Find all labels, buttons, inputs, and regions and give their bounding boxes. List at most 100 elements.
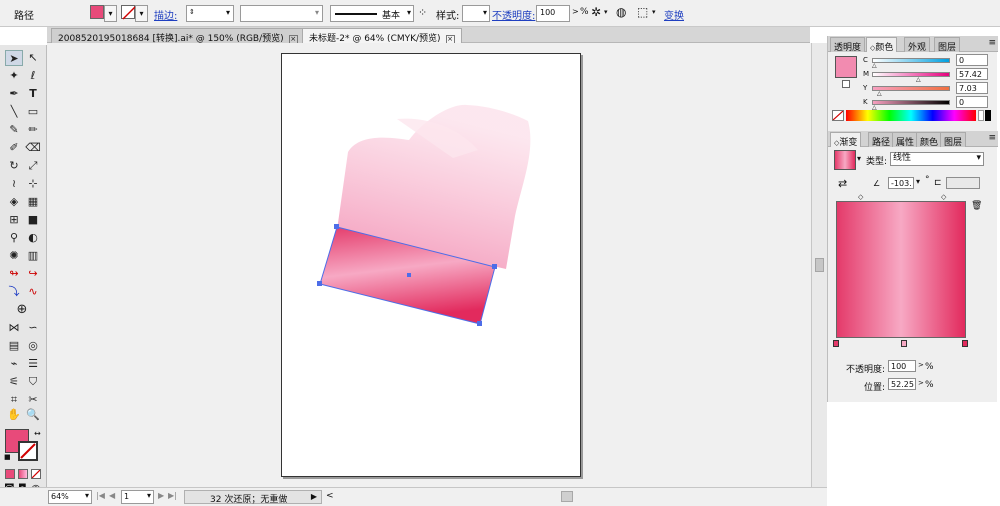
pencil-tool-icon[interactable]: ✏: [24, 122, 42, 138]
tab-color-2[interactable]: 颜色: [916, 132, 943, 148]
anchor-point[interactable]: [334, 224, 339, 229]
angle-input[interactable]: -103.: [888, 177, 914, 189]
opacity-link[interactable]: 不透明度:: [492, 7, 535, 22]
selection-tool-icon[interactable]: ➤: [5, 50, 23, 66]
perspective-grid-tool-icon[interactable]: ▦: [24, 194, 42, 210]
m-input[interactable]: 57.42: [956, 68, 988, 80]
m-slider[interactable]: [872, 72, 950, 77]
trash-icon[interactable]: 🗑: [971, 201, 982, 211]
page-select[interactable]: 1 ▾: [121, 490, 154, 504]
shape-builder-tool-icon[interactable]: ◈: [5, 194, 23, 210]
type-tool-icon[interactable]: T: [24, 86, 42, 102]
tab-document-2[interactable]: 未标题-2* @ 64% (CMYK/预览) ×: [302, 28, 462, 44]
fill-preview[interactable]: [835, 56, 857, 78]
rectangle-tool-icon[interactable]: ▭: [24, 104, 42, 120]
tab-document-1[interactable]: 2008520195018684 [转换].ai* @ 150% (RGB/预览…: [51, 28, 305, 44]
slice-tool-icon[interactable]: ✂: [24, 392, 42, 408]
tab-color[interactable]: ◇颜色: [866, 37, 898, 53]
none-mode-icon[interactable]: [31, 469, 41, 479]
chevron-right-icon[interactable]: >: [918, 379, 924, 387]
stroke-color-swatch[interactable]: [18, 441, 38, 461]
anchor-point[interactable]: [492, 264, 497, 269]
list-tool-icon[interactable]: ☰: [24, 356, 42, 372]
curve-tool-icon[interactable]: ↪: [24, 266, 42, 282]
measure-tool-icon[interactable]: ⚟: [5, 374, 23, 390]
tab-transparency[interactable]: 透明度: [830, 37, 866, 53]
zoom-tool-icon[interactable]: 🔍: [24, 407, 42, 423]
lasso-tool-icon[interactable]: ℓ: [24, 68, 42, 84]
tab-attributes[interactable]: 属性: [892, 132, 919, 148]
eyedropper-tool-icon[interactable]: ⚲: [5, 230, 23, 246]
chevron-down-icon[interactable]: ▾: [857, 154, 861, 163]
recolor-icon[interactable]: ✲: [591, 5, 601, 19]
crosshair-tool-icon[interactable]: ⊕: [13, 302, 31, 318]
tab-path[interactable]: 路径: [868, 132, 895, 148]
slider-handle-icon[interactable]: △: [916, 76, 921, 83]
scroll-thumb[interactable]: [815, 258, 824, 272]
crop-tool-icon[interactable]: ⌗: [5, 392, 23, 408]
black-swatch[interactable]: [985, 110, 991, 121]
line-tool-icon[interactable]: ╲: [5, 104, 23, 120]
previous-page-icon[interactable]: ◀: [109, 491, 115, 500]
mesh-tool-icon[interactable]: ⊞: [5, 212, 23, 228]
default-colors-icon[interactable]: ■: [4, 453, 11, 461]
gradient-mode-icon[interactable]: [18, 469, 28, 479]
chevron-down-icon[interactable]: ▾: [604, 8, 608, 16]
free-transform-tool-icon[interactable]: ⊹: [24, 176, 42, 192]
graph-tool-icon[interactable]: ▤: [5, 338, 23, 354]
swap-colors-icon[interactable]: ↔: [34, 429, 41, 438]
gradient-stop-right[interactable]: [962, 340, 968, 347]
anchor-point[interactable]: [477, 321, 482, 326]
stroke-dropdown[interactable]: ▾: [135, 5, 148, 22]
opacity-arrow-icon[interactable]: >: [572, 7, 579, 16]
eraser-tool-icon[interactable]: ⌫: [24, 140, 42, 156]
artboard-tool-icon[interactable]: ⋈: [5, 320, 23, 336]
gradient-tool-icon[interactable]: ■: [24, 212, 42, 228]
last-page-icon[interactable]: ▶|: [168, 491, 177, 500]
variable-width-field[interactable]: ▾: [240, 5, 323, 22]
scale-tool-icon[interactable]: ⤢: [24, 158, 42, 174]
history-status[interactable]: 32 次还原；无重做 ▶: [184, 490, 322, 505]
twirl-tool-icon[interactable]: ◎: [24, 338, 42, 354]
symbol-sprayer-tool-icon[interactable]: ✺: [5, 248, 23, 264]
panel-menu-icon[interactable]: ≡: [988, 38, 996, 48]
gradient-stop-middle[interactable]: [901, 340, 907, 347]
align-icon[interactable]: ⁘: [418, 6, 427, 19]
blob-brush-tool-icon[interactable]: ✐: [5, 140, 23, 156]
tab-appearance[interactable]: 外观: [904, 37, 931, 53]
midpoint-diamond-icon[interactable]: ◇: [941, 193, 946, 201]
knife-tool-icon[interactable]: ⌁: [5, 356, 23, 372]
stop-opacity-input[interactable]: 100: [888, 360, 916, 372]
blend-tool-icon[interactable]: ◐: [24, 230, 42, 246]
color-spectrum[interactable]: [846, 110, 976, 121]
white-swatch[interactable]: [978, 110, 984, 121]
hand-tool-icon[interactable]: ✋: [5, 407, 23, 423]
first-page-icon[interactable]: |◀: [96, 491, 105, 500]
smooth-tool-icon[interactable]: ∿: [24, 284, 42, 300]
scroll-left-icon[interactable]: <: [326, 491, 334, 501]
tab-gradient[interactable]: ◇渐变: [830, 132, 862, 148]
rotate-tool-icon[interactable]: ↻: [5, 158, 23, 174]
none-color-icon[interactable]: [832, 110, 844, 121]
c-input[interactable]: 0: [956, 54, 988, 66]
live-paint-tool-icon[interactable]: ⛉: [24, 374, 42, 390]
gradient-stop-left[interactable]: [833, 340, 839, 347]
k-input[interactable]: 0: [956, 96, 988, 108]
reverse-gradient-icon[interactable]: ⇄: [838, 177, 847, 190]
opacity-input[interactable]: 100: [536, 5, 570, 22]
pen-tool-icon[interactable]: ✒: [5, 86, 23, 102]
fill-swatch[interactable]: [90, 5, 104, 19]
fill-dropdown[interactable]: ▾: [104, 5, 117, 22]
k-slider[interactable]: [872, 100, 950, 105]
direct-selection-tool-icon[interactable]: ↖: [24, 50, 42, 66]
warp-tool-icon[interactable]: ≀: [5, 176, 23, 192]
center-point[interactable]: [407, 273, 411, 277]
gradient-preview[interactable]: [836, 201, 966, 338]
column-graph-tool-icon[interactable]: ▥: [24, 248, 42, 264]
next-page-icon[interactable]: ▶: [158, 491, 164, 500]
midpoint-diamond-icon[interactable]: ◇: [858, 193, 863, 201]
isolate-icon[interactable]: ◍: [616, 5, 626, 19]
brush-profile-field[interactable]: 基本 ▾: [330, 5, 414, 22]
vertical-scrollbar[interactable]: [811, 43, 827, 487]
chevron-down-icon[interactable]: ▾: [916, 177, 920, 186]
